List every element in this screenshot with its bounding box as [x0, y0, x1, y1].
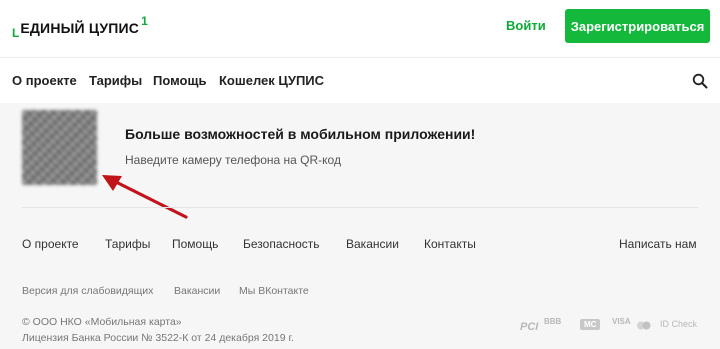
footer-link-help[interactable]: Помощь: [172, 237, 218, 251]
visa-badge: VISA: [612, 317, 631, 326]
red-arrow-annotation: [102, 175, 188, 219]
footer-link-vacancies[interactable]: Вакансии: [346, 237, 399, 251]
promo-subtitle: Наведите камеру телефона на QR-код: [125, 153, 341, 167]
nav-item-wallet[interactable]: Кошелек ЦУПИС: [219, 73, 324, 88]
footer-area: Больше возможностей в мобильном приложен…: [0, 103, 720, 349]
logo-superscript: 1: [141, 14, 148, 28]
register-button[interactable]: Зарегистрироваться: [565, 9, 710, 43]
bbb-badge: BBB: [544, 317, 562, 326]
footer-link-security[interactable]: Безопасность: [243, 237, 320, 251]
vk-link[interactable]: Мы ВКонтакте: [239, 285, 309, 297]
nav-item-help[interactable]: Помощь: [153, 73, 206, 88]
divider: [22, 207, 698, 208]
mc-badge: MC: [580, 319, 601, 330]
main-nav: О проекте Тарифы Помощь Кошелек ЦУПИС: [0, 57, 720, 104]
id-check-badge: ID Check: [660, 319, 698, 329]
copyright: © ООО НКО «Мобильная карта»: [22, 316, 182, 328]
footer-link-tariffs[interactable]: Тарифы: [105, 237, 150, 251]
pci-badge: PCI: [520, 321, 539, 333]
footer-link-about[interactable]: О проекте: [22, 237, 79, 251]
mastercard-circles-icon: [636, 321, 652, 330]
logo[interactable]: L ЕДИНЫЙ ЦУПИС 1: [12, 12, 148, 40]
nav-item-about[interactable]: О проекте: [12, 73, 77, 88]
promo-title: Больше возможностей в мобильном приложен…: [125, 126, 476, 142]
logo-text: ЕДИНЫЙ ЦУПИС: [20, 20, 140, 36]
license-text: Лицензия Банка России № 3522-К от 24 дек…: [22, 332, 294, 344]
qr-code: [22, 110, 97, 185]
small-link-vacancies[interactable]: Вакансии: [174, 285, 220, 297]
nav-item-tariffs[interactable]: Тарифы: [89, 73, 142, 88]
search-icon[interactable]: [692, 73, 708, 89]
accessibility-version-link[interactable]: Версия для слабовидящих: [22, 285, 153, 297]
logo-mark: L: [12, 26, 20, 40]
header: L ЕДИНЫЙ ЦУПИС 1 Войти Зарегистрироватьс…: [0, 0, 720, 56]
write-us-link[interactable]: Написать нам: [619, 237, 697, 251]
footer-link-contacts[interactable]: Контакты: [424, 237, 476, 251]
login-link[interactable]: Войти: [506, 18, 546, 33]
